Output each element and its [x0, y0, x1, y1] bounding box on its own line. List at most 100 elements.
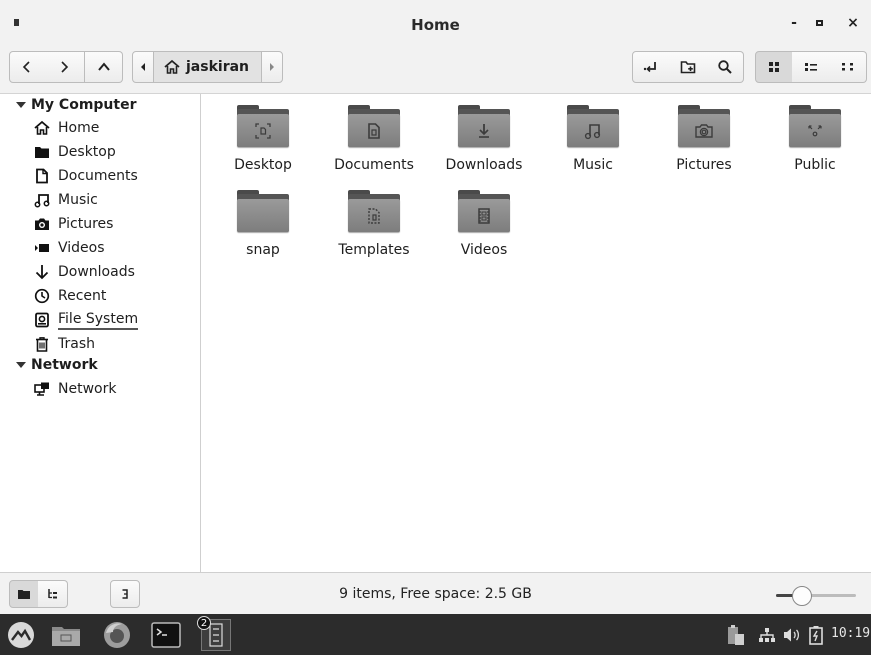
file-item-snap[interactable]: snap [208, 190, 318, 258]
mint-logo-icon [8, 622, 34, 648]
file-item-videos[interactable]: Videos [429, 190, 539, 258]
sidebar-item-label: Network [58, 381, 117, 397]
battery-icon [809, 626, 823, 645]
file-item-label: Music [573, 157, 613, 173]
file-item-label: Templates [338, 242, 410, 258]
window-title: Home [411, 16, 460, 34]
status-bar: 9 items, Free space: 2.5 GB [0, 572, 871, 614]
download-icon [34, 264, 50, 280]
sidebar-item-label: Pictures [58, 216, 114, 232]
expander-icon [16, 102, 26, 108]
chevron-left-icon [22, 61, 30, 73]
sidebar-item-home[interactable]: Home [34, 118, 99, 138]
close-button[interactable]: × [844, 14, 862, 32]
search-icon [717, 60, 732, 74]
sidebar-section-network[interactable]: Network [16, 357, 98, 373]
clipboard-indicator[interactable] [724, 620, 748, 650]
sidebar-item-label: Home [58, 120, 100, 136]
zoom-slider-handle[interactable] [792, 586, 812, 606]
sidebar-item-pictures[interactable]: Pictures [34, 214, 113, 234]
new-folder-icon [680, 61, 695, 74]
forward-button[interactable] [44, 51, 85, 83]
file-item-label: Downloads [445, 157, 523, 173]
sidebar-item-label: Trash [58, 336, 95, 352]
path-segment-home[interactable]: jaskiran [154, 51, 262, 83]
taskbar-file-manager[interactable] [51, 620, 81, 650]
desktop-emblem-icon [255, 122, 271, 139]
title-bar: Home - × [0, 0, 871, 46]
video-icon [34, 240, 50, 256]
chevron-up-icon [97, 62, 110, 71]
file-item-public[interactable]: Public [760, 105, 870, 173]
start-menu-button[interactable] [6, 620, 36, 650]
taskbar-terminal[interactable] [151, 620, 181, 650]
network-indicator[interactable] [756, 620, 778, 650]
share-emblem-icon [808, 124, 822, 136]
file-item-music[interactable]: Music [538, 105, 648, 173]
file-item-templates[interactable]: Templates [319, 190, 429, 258]
folder-icon [52, 627, 80, 646]
new-folder-button[interactable] [669, 51, 707, 83]
sidebar-item-desktop[interactable]: Desktop [34, 142, 116, 162]
zoom-slider[interactable] [776, 586, 856, 606]
maximize-button[interactable] [810, 14, 828, 32]
compact-view-button[interactable] [829, 51, 867, 83]
sidebar-item-file-system[interactable]: File System [34, 310, 139, 330]
folder-icon [348, 105, 400, 149]
music-icon [34, 192, 50, 208]
battery-indicator[interactable] [805, 620, 827, 650]
file-view: Desktop Documents Downloads Music Pictur… [202, 94, 871, 572]
minimize-button[interactable]: - [785, 14, 803, 32]
list-view-button[interactable] [792, 51, 830, 83]
file-item-desktop[interactable]: Desktop [208, 105, 318, 173]
caret-right-icon [270, 63, 275, 71]
sidebar-item-trash[interactable]: Trash [34, 334, 95, 354]
sidebar-item-music[interactable]: Music [34, 190, 98, 210]
drive-icon [34, 312, 50, 328]
file-item-pictures[interactable]: Pictures [649, 105, 759, 173]
sidebar-item-label: Videos [58, 240, 105, 256]
up-button[interactable] [85, 51, 123, 83]
sidebar-item-documents[interactable]: Documents [34, 166, 138, 186]
sidebar-item-videos[interactable]: Videos [34, 238, 105, 258]
sidebar-section-my-computer[interactable]: My Computer [16, 97, 137, 113]
firefox-icon [104, 622, 130, 648]
sidebar-item-label: File System [58, 311, 139, 330]
clock[interactable]: 10:19 [831, 626, 870, 641]
sidebar-item-label: Recent [58, 288, 107, 304]
trash-icon [34, 336, 50, 352]
file-item-downloads[interactable]: Downloads [429, 105, 539, 173]
status-text: 9 items, Free space: 2.5 GB [339, 586, 532, 602]
open-terminal-button[interactable] [632, 51, 670, 83]
file-item-label: Desktop [234, 157, 292, 173]
sidebar-item-downloads[interactable]: Downloads [34, 262, 135, 282]
sidebar-item-network[interactable]: Network [34, 379, 116, 399]
folder-icon [458, 105, 510, 149]
document-icon [34, 168, 50, 184]
sidebar-item-label: Documents [58, 168, 138, 184]
taskbar-firefox[interactable] [102, 620, 132, 650]
file-item-documents[interactable]: Documents [319, 105, 429, 173]
back-button[interactable] [9, 51, 45, 83]
folder-icon [789, 105, 841, 149]
folder-icon [567, 105, 619, 149]
icon-view-button[interactable] [755, 51, 793, 83]
taskbar: 10:19 [0, 614, 871, 655]
folder-icon [348, 190, 400, 234]
volume-icon [784, 628, 800, 642]
clipboard-icon [728, 625, 744, 645]
folder-icon [34, 144, 50, 160]
path-scroll-right-button[interactable] [261, 51, 284, 83]
path-segment-label: jaskiran [186, 59, 250, 75]
sidebar-item-recent[interactable]: Recent [34, 286, 106, 306]
search-button[interactable] [706, 51, 744, 83]
document-emblem-icon [368, 122, 380, 139]
home-icon [164, 59, 180, 74]
path-bar: jaskiran [132, 51, 284, 83]
sidebar-item-label: Music [58, 192, 98, 208]
file-item-label: Videos [460, 242, 508, 258]
clock-icon [34, 288, 50, 304]
file-item-label: snap [246, 242, 280, 258]
volume-indicator[interactable] [781, 620, 803, 650]
path-scroll-left-button[interactable] [132, 51, 154, 83]
